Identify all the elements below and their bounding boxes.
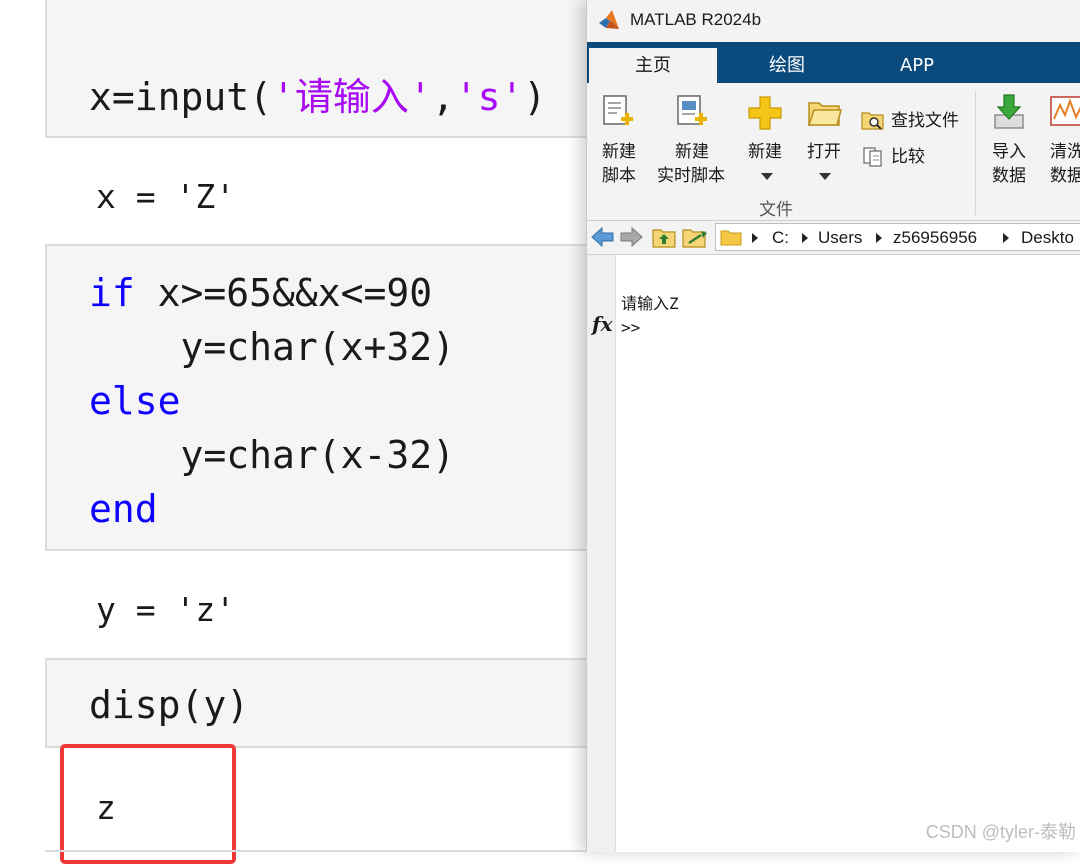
code-cell-disp[interactable]: disp(y) bbox=[45, 658, 605, 748]
browse-folder-icon[interactable] bbox=[681, 225, 709, 249]
toolstrip: 新建 脚本 新建 实时脚本 新建 打开 查找文件 比较 文件 导入 数据 清 数 bbox=[587, 83, 1080, 221]
clean-data-icon bbox=[1050, 96, 1080, 126]
import-data-label-1: 导入 bbox=[992, 142, 1026, 162]
tab-apps[interactable]: APP bbox=[867, 48, 967, 83]
code-line-disp: disp(y) bbox=[89, 683, 250, 727]
command-output: 请输入Z bbox=[621, 294, 679, 313]
folder-open-icon bbox=[807, 102, 842, 126]
new-live-script-icon bbox=[677, 95, 707, 125]
matlab-logo-icon bbox=[599, 10, 619, 29]
new-live-script-label-1: 新建 bbox=[675, 142, 709, 162]
command-window-gutter bbox=[587, 255, 616, 852]
new-script-label-2: 脚本 bbox=[602, 166, 636, 186]
live-script-panel: x=input('请输入','s') x = 'Z' if x>=65&&x<=… bbox=[0, 0, 605, 864]
path-segment[interactable]: z56956956 bbox=[893, 228, 977, 248]
code-line-y2: y=char(x-32) bbox=[89, 433, 456, 477]
path-separator-icon bbox=[802, 233, 808, 243]
section-divider bbox=[975, 91, 976, 215]
command-prompt[interactable]: >> bbox=[621, 318, 640, 337]
ribbon-tabs: 主页 绘图 APP bbox=[587, 42, 1080, 83]
current-folder-path[interactable]: C: Users z56956956 Deskto bbox=[715, 223, 1080, 251]
window-title: MATLAB R2024b bbox=[630, 10, 762, 29]
chevron-down-icon bbox=[819, 173, 831, 180]
file-section-label: 文件 bbox=[759, 200, 793, 220]
import-data-icon bbox=[994, 94, 1024, 129]
path-segment[interactable]: Deskto bbox=[1021, 228, 1074, 248]
find-files-label: 查找文件 bbox=[891, 111, 959, 131]
address-bar: C: Users z56956956 Deskto bbox=[587, 221, 1080, 255]
new-script-icon bbox=[603, 95, 633, 125]
code-line-if: if x>=65&&x<=90 bbox=[89, 271, 433, 315]
path-separator-icon bbox=[752, 233, 758, 243]
code-line-else: else bbox=[89, 379, 181, 423]
highlight-annotation-box bbox=[60, 744, 236, 864]
forward-arrow-icon[interactable] bbox=[619, 227, 643, 247]
compare-icon bbox=[863, 147, 882, 167]
clean-data-label-2: 数据 bbox=[1050, 166, 1080, 186]
code-line-end: end bbox=[89, 487, 158, 531]
code-line-y1: y=char(x+32) bbox=[89, 325, 456, 369]
chevron-down-icon bbox=[761, 173, 773, 180]
output-x: x = 'Z' bbox=[96, 177, 236, 216]
watermark: CSDN @tyler-泰勒 bbox=[925, 822, 1076, 842]
open-label: 打开 bbox=[807, 142, 841, 162]
up-folder-icon[interactable] bbox=[651, 225, 677, 249]
title-bar[interactable]: MATLAB R2024b bbox=[587, 0, 1080, 42]
tab-plots[interactable]: 绘图 bbox=[737, 48, 837, 83]
code-cell-if[interactable]: if x>=65&&x<=90 y=char(x+32) else y=char… bbox=[45, 244, 605, 551]
tab-home[interactable]: 主页 bbox=[589, 48, 717, 83]
matlab-window: MATLAB R2024b 主页 绘图 APP 新建 脚本 新建 实时脚本 新建… bbox=[586, 0, 1080, 852]
path-separator-icon bbox=[876, 233, 882, 243]
clean-data-label-1: 清洗 bbox=[1050, 142, 1080, 162]
code-line-input: x=input('请输入','s') bbox=[89, 75, 547, 119]
new-live-script-label-2: 实时脚本 bbox=[657, 166, 725, 186]
folder-icon bbox=[720, 230, 742, 246]
path-segment[interactable]: Users bbox=[818, 228, 862, 248]
find-files-icon bbox=[861, 112, 884, 130]
back-arrow-icon[interactable] bbox=[591, 227, 615, 247]
code-cell-input[interactable]: x=input('请输入','s') bbox=[45, 0, 605, 138]
import-data-label-2: 数据 bbox=[992, 166, 1026, 186]
path-segment[interactable]: C: bbox=[772, 228, 789, 248]
plus-icon bbox=[748, 96, 782, 130]
new-label: 新建 bbox=[748, 142, 782, 162]
path-separator-icon bbox=[1003, 233, 1009, 243]
new-script-label-1: 新建 bbox=[602, 142, 636, 162]
function-browser-icon[interactable]: fx bbox=[592, 312, 613, 336]
output-y: y = 'z' bbox=[96, 590, 236, 629]
compare-label: 比较 bbox=[891, 147, 925, 167]
